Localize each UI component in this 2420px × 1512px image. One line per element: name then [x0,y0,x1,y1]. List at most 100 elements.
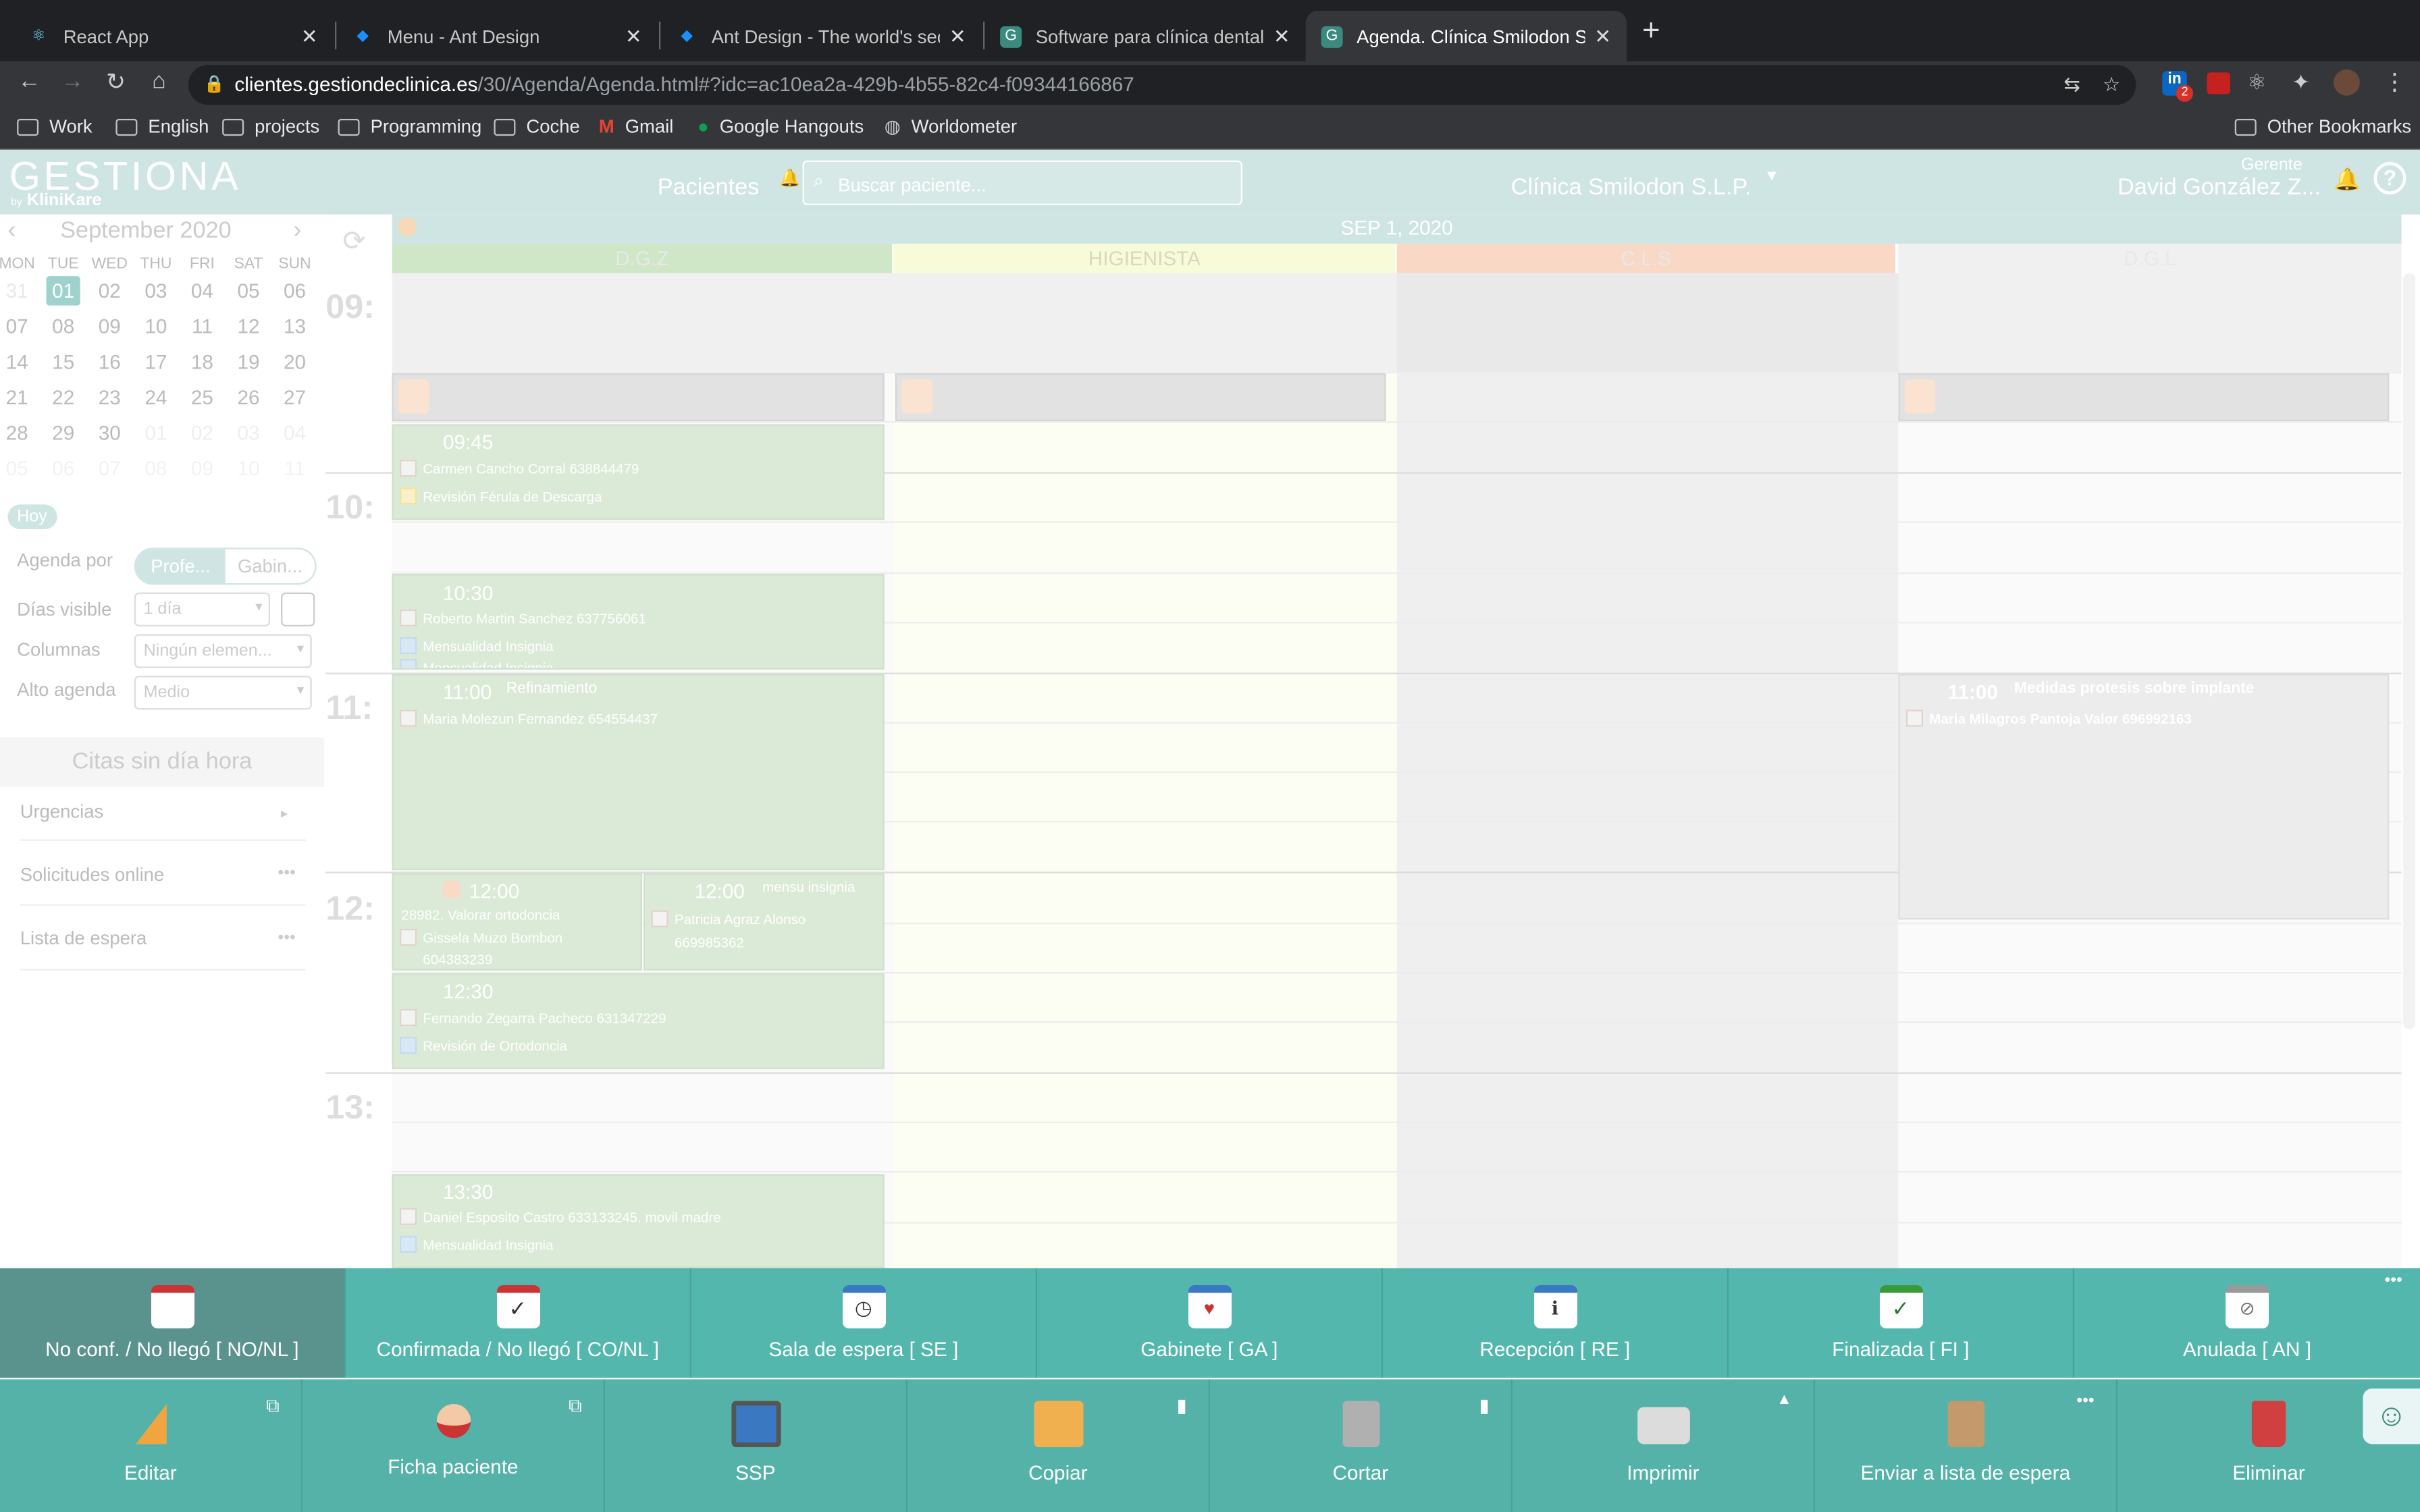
calendar-day[interactable]: 25 [179,379,226,415]
prev-month-icon[interactable]: ‹ [7,217,16,245]
next-month-icon[interactable]: › [293,217,301,245]
calendar-day[interactable]: 01 [133,415,180,451]
calendar-day[interactable]: 30 [86,415,133,451]
calendar-day[interactable]: 26 [226,379,272,415]
react-devtools-icon[interactable]: ⚛ [2247,70,2267,96]
segment-gabinete[interactable]: Gabin... [226,549,315,583]
copiar-button[interactable]: Copiar ▮ [908,1379,1211,1512]
browser-tab[interactable]: GSoftware para clínica dental en✕ [984,11,1305,61]
blocked-slot[interactable] [895,373,1386,421]
blocked-slot[interactable] [392,373,885,421]
calendar-day[interactable]: 18 [179,344,226,380]
checkbox[interactable] [281,592,315,627]
calendar-day[interactable]: 11 [271,450,318,486]
calendar-day[interactable]: 02 [179,415,226,451]
close-icon[interactable]: ✕ [301,24,318,49]
url-input[interactable]: 🔒 clientes.gestiondeclinica.es/30/Agenda… [188,65,2136,105]
calendar-day[interactable]: 08 [40,308,86,344]
calendar-day[interactable]: 28 [0,415,40,451]
lastpass-extension-icon[interactable] [2207,72,2230,94]
forward-icon[interactable]: → [55,68,89,94]
notification-bell-icon[interactable]: 🔔 [2334,167,2361,193]
appointment-card[interactable]: 11:00 Refinamiento Maria Molezun Fernand… [392,674,885,871]
imprimir-button[interactable]: Imprimir ▲ [1512,1379,1815,1512]
column-header-dgz[interactable]: D.G.Z [392,244,893,273]
close-icon[interactable]: ✕ [1273,24,1290,49]
calendar-day[interactable]: 19 [226,344,272,380]
column-header-cls[interactable]: C.L.S [1396,244,1895,273]
calendar-day[interactable]: 08 [133,450,180,486]
bookmark-programming[interactable]: Programming [338,115,481,137]
status-anulada-button[interactable]: ⊘ Anulada [ AN ] [2074,1268,2420,1378]
appointment-card[interactable]: 10:30 Roberto Martin Sanchez 637756061 M… [392,574,885,670]
browser-tab-active[interactable]: GAgenda. Clínica Smilodon S.L.P.✕ [1305,11,1627,62]
appointment-card[interactable]: 12:00 28982. Valorar ortodoncia Gissela … [392,873,642,971]
agenda-por-toggle[interactable]: Profe... Gabin... [134,547,317,585]
home-icon[interactable]: ⌂ [142,68,176,94]
dias-visible-select[interactable]: 1 día ▾ [134,592,271,627]
calendar-day[interactable]: 07 [86,450,133,486]
browser-tab[interactable]: ◆ Menu - Ant Design ✕ [336,11,657,61]
urgencias-item[interactable]: Urgencias [20,801,104,822]
status-finalizada-button[interactable]: ✓ Finalizada [ FI ] [1729,1268,2075,1378]
chat-support-icon[interactable]: ☺ [2363,1388,2420,1444]
calendar-day[interactable]: 04 [271,415,318,451]
translate-icon[interactable]: ⇆ [2063,65,2080,105]
calendar-day[interactable]: 16 [86,344,133,380]
columnas-select[interactable]: Ningún elemen... ▾ [134,634,312,668]
calendar-day[interactable]: 04 [179,273,226,309]
calendar-day[interactable]: 03 [226,415,272,451]
help-icon[interactable]: ? [2373,162,2406,194]
blocked-slot[interactable] [1898,373,2390,421]
calendar-day[interactable]: 13 [271,308,318,344]
bell-icon[interactable]: 🔔 [779,168,800,188]
calendar-day[interactable]: 07 [0,308,40,344]
chevron-up-icon[interactable]: ▲ [1777,1392,1792,1409]
profile-avatar[interactable] [2334,69,2360,96]
more-icon[interactable]: ••• [2384,1271,2402,1289]
clipboard-icon[interactable]: ▮ [1479,1395,1490,1416]
column-header-higienista[interactable]: HIGIENISTA [893,244,1396,273]
lista-espera-item[interactable]: Lista de espera [20,927,147,949]
new-tab-button[interactable]: + [1642,14,1660,50]
reload-icon[interactable]: ↻ [99,68,132,96]
bookmark-gmail[interactable]: M Gmail [599,115,674,137]
extensions-icon[interactable]: ✦ [2292,70,2310,96]
bookmark-coche[interactable]: Coche [494,115,580,137]
status-recepcion-button[interactable]: ℹ Recepción [ RE ] [1383,1268,1729,1378]
calendar-day[interactable]: 06 [271,273,318,309]
patient-search-input[interactable]: ⌕ Buscar paciente... [802,160,1243,205]
cortar-button[interactable]: Cortar ▮ [1210,1379,1512,1512]
more-icon[interactable]: ••• [2076,1392,2094,1410]
editar-button[interactable]: Editar ⧉ [0,1379,303,1512]
close-icon[interactable]: ✕ [949,24,966,49]
clinic-selector[interactable]: Clínica Smilodon S.L.P. [1511,174,1752,200]
bookmark-worldometer[interactable]: ◍ Worldometer [885,115,1017,137]
calendar-day[interactable]: 10 [226,450,272,486]
calendar-day[interactable]: 24 [133,379,180,415]
chevron-down-icon[interactable]: ▼ [1764,168,1780,185]
calendar-day[interactable]: 29 [40,415,86,451]
calendar-day[interactable]: 14 [0,344,40,380]
browser-menu-icon[interactable]: ⋮ [2383,68,2406,96]
calendar-day[interactable]: 03 [133,273,180,309]
pacientes-menu[interactable]: Pacientes [658,174,760,200]
status-sala-espera-button[interactable]: ◷ Sala de espera [ SE ] [691,1268,1038,1378]
clipboard-icon[interactable]: ▮ [1177,1395,1187,1416]
calendar-day[interactable]: 20 [271,344,318,380]
calendar-day[interactable]: 05 [226,273,272,309]
today-button[interactable]: Hoy [7,504,57,530]
status-gabinete-button[interactable]: ♥ Gabinete [ GA ] [1037,1268,1383,1378]
bookmark-work[interactable]: Work [17,115,93,137]
back-icon[interactable]: ← [12,68,46,94]
calendar-day-selected[interactable]: 01 [40,273,86,309]
external-link-icon[interactable]: ⧉ [266,1395,280,1418]
more-icon[interactable]: ••• [278,864,295,882]
calendar-day[interactable]: 11 [179,308,226,344]
calendar-day[interactable]: 10 [133,308,180,344]
close-icon[interactable]: ✕ [625,24,642,49]
alto-agenda-select[interactable]: Medio ▾ [134,676,312,710]
user-name[interactable]: David González Z... [2118,174,2321,200]
more-icon[interactable]: ••• [278,929,295,947]
calendar-day[interactable]: 17 [133,344,180,380]
